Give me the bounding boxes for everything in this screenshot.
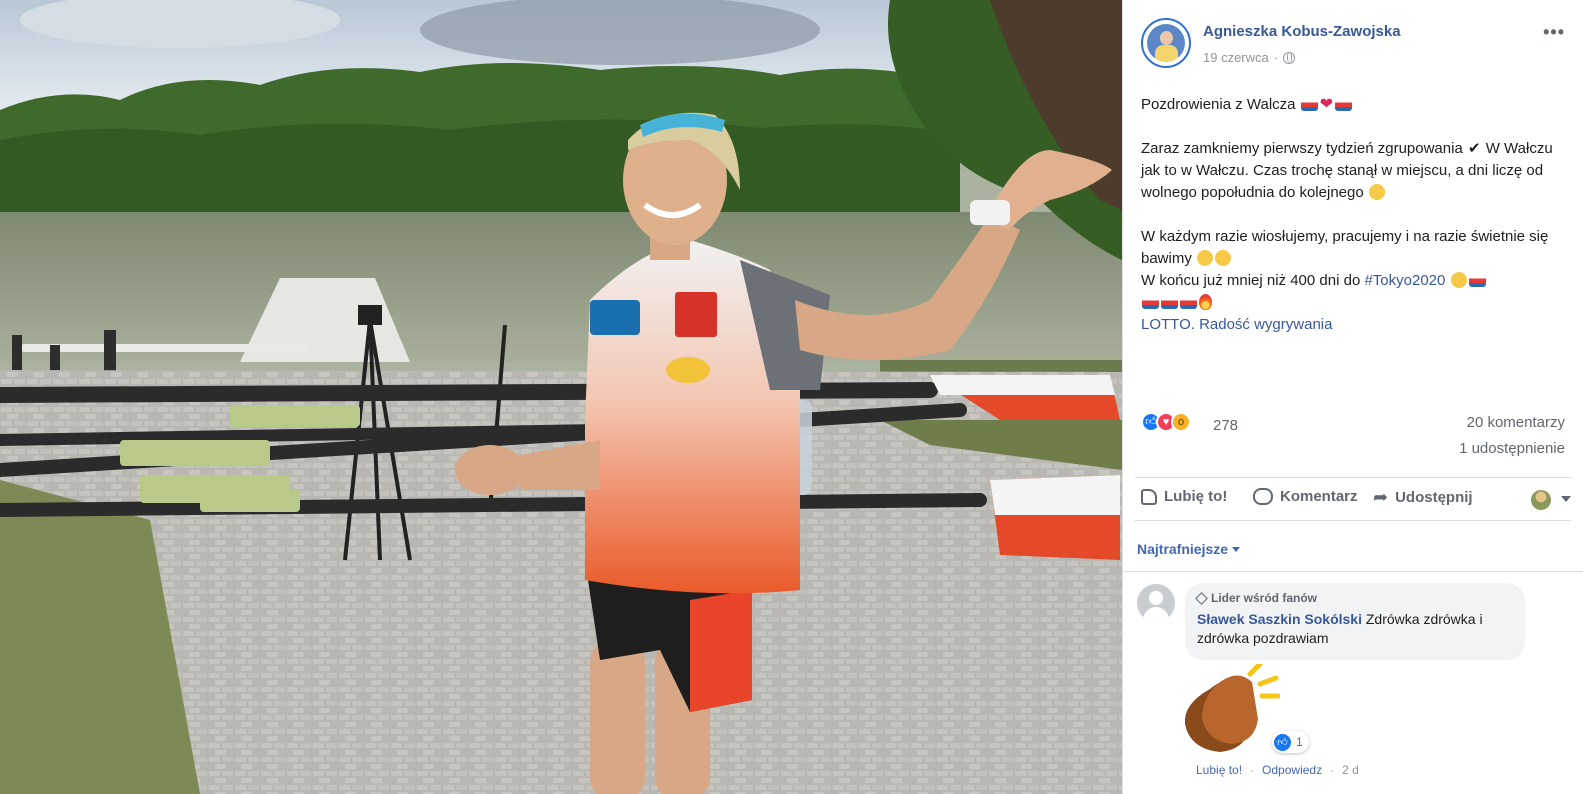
share-button[interactable]: ➦ Udostępnij — [1373, 488, 1473, 506]
like-label: Lubię to! — [1164, 488, 1228, 505]
rowing-boat-icon — [1161, 295, 1178, 309]
comment-reaction-badge[interactable]: 👍︎ 1 — [1272, 731, 1309, 753]
comment-button[interactable]: Komentarz — [1253, 488, 1358, 505]
comment-bubble-icon — [1253, 488, 1273, 505]
lotto-link[interactable]: LOTTO. Radość wygrywania — [1141, 316, 1332, 333]
post-line-2: Zaraz zamkniemy pierwszy tydzień zgrupow… — [1141, 140, 1463, 157]
globe-icon[interactable] — [1283, 51, 1296, 64]
more-options-icon[interactable]: ••• — [1543, 22, 1565, 43]
rowing-boat-icon — [1142, 295, 1159, 309]
comments-count[interactable]: 20 komentarzy — [1467, 414, 1565, 431]
meta-separator: · — [1273, 50, 1279, 65]
post-photo[interactable] — [0, 0, 1122, 794]
grinning-face-icon — [1368, 184, 1385, 200]
top-fan-badge: Lider wśród fanów — [1195, 591, 1513, 605]
rowing-boat-icon — [1468, 273, 1486, 287]
shares-count[interactable]: 1 udostępnienie — [1459, 440, 1565, 457]
commenter-name[interactable]: Sławek Saszkin Sokólski — [1197, 611, 1362, 627]
comment-sort-dropdown[interactable]: Najtrafniejsze — [1137, 541, 1241, 557]
comment-actions: Lubię to! · Odpowiedz · 2 d — [1196, 763, 1359, 777]
rowing-boat-icon — [1300, 97, 1318, 111]
comment-reply-button[interactable]: Odpowiedz — [1262, 763, 1322, 777]
comment-label: Komentarz — [1280, 488, 1358, 505]
comment-time[interactable]: 2 d — [1342, 763, 1359, 777]
comment-like-count: 1 — [1296, 735, 1303, 749]
chevron-down-icon[interactable] — [1561, 496, 1571, 502]
fire-icon — [1199, 294, 1212, 310]
rowing-photo-illustration — [0, 0, 1122, 794]
red-heart-icon: ❤ — [1319, 96, 1334, 113]
partying-face-icon — [1197, 250, 1214, 266]
laughing-face-icon — [1450, 272, 1467, 288]
reaction-as-avatar[interactable] — [1531, 490, 1551, 510]
grinning-face-icon — [1215, 250, 1232, 266]
divider — [1123, 571, 1583, 572]
top-fan-label: Lider wśród fanów — [1211, 591, 1318, 605]
separator-dot: · — [1250, 763, 1255, 777]
post-text: Pozdrowienia z Walcza ❤ Zaraz zamkniemy … — [1141, 94, 1571, 336]
rowing-boat-icon — [1180, 295, 1197, 309]
sort-label: Najtrafniejsze — [1137, 541, 1229, 557]
check-mark-icon: ✔ — [1467, 140, 1481, 157]
thumbs-up-icon — [1141, 488, 1157, 505]
post-date[interactable]: 19 czerwca — [1203, 50, 1269, 65]
reaction-icons[interactable]: 👍︎ ♥ o — [1141, 412, 1191, 432]
post-line-1: Pozdrowienia z Walcza — [1141, 96, 1296, 113]
separator-dot: · — [1330, 763, 1335, 777]
author-avatar[interactable] — [1141, 18, 1191, 68]
reaction-count[interactable]: 278 — [1213, 417, 1238, 434]
clapping-hands-icon — [1184, 664, 1280, 752]
diamond-icon — [1195, 591, 1208, 605]
comment-bubble: Lider wśród fanów Sławek Saszkin Sokólsk… — [1185, 583, 1525, 660]
hashtag-tokyo2020[interactable]: #Tokyo2020 — [1364, 272, 1445, 289]
post-actions: Lubię to! Komentarz ➦ Udostępnij — [1135, 477, 1571, 521]
commenter-avatar[interactable] — [1137, 584, 1175, 622]
post-line-5: W końcu już mniej niż 400 dni do — [1141, 272, 1361, 289]
share-label: Udostępnij — [1395, 488, 1473, 506]
chevron-down-icon — [1232, 547, 1241, 552]
post-header: Agnieszka Kobus-Zawojska 19 czerwca · ••… — [1141, 18, 1565, 68]
rowing-boat-icon — [1335, 97, 1353, 111]
like-icon: 👍︎ — [1274, 733, 1291, 751]
reactions-summary: 👍︎ ♥ o 278 20 komentarzy 1 udostępnienie — [1141, 410, 1565, 457]
wow-icon: o — [1171, 412, 1191, 432]
comment-text: Sławek Saszkin Sokólski Zdrówka zdrówka … — [1197, 610, 1513, 648]
post-meta: 19 czerwca · — [1203, 50, 1296, 65]
like-button[interactable]: Lubię to! — [1141, 488, 1227, 505]
author-name[interactable]: Agnieszka Kobus-Zawojska — [1203, 23, 1401, 40]
comment-like-button[interactable]: Lubię to! — [1196, 763, 1242, 777]
share-arrow-icon: ➦ — [1373, 487, 1389, 507]
